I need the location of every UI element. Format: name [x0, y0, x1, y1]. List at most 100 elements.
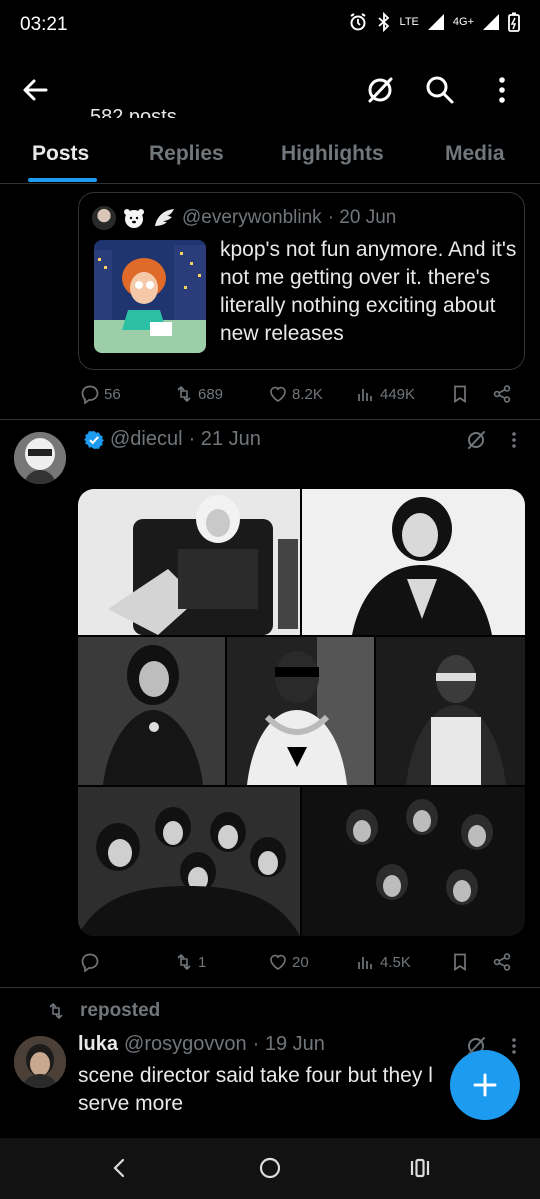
reply-icon [81, 385, 99, 404]
tab-replies[interactable]: Replies [149, 142, 224, 166]
avatar[interactable] [14, 1036, 66, 1088]
share-button[interactable] [492, 952, 512, 972]
nav-back-button[interactable] [108, 1156, 132, 1180]
photo-bw-chains [227, 637, 374, 785]
photo-bw-band [302, 787, 525, 936]
tweet3-header: luka @rosygovvon · 19 Jun [78, 1033, 325, 1056]
cartoon-thumbnail [94, 240, 206, 353]
tweet3-display-name[interactable]: luka [78, 1033, 118, 1056]
search-button[interactable] [422, 72, 458, 108]
more-vertical-icon [512, 1038, 516, 1054]
repost-button[interactable]: 689 [174, 384, 223, 404]
repost-icon [177, 954, 191, 970]
tab-media[interactable]: Media [445, 142, 505, 166]
repost-button[interactable]: 1 [174, 952, 206, 972]
reply-count: 56 [104, 385, 121, 403]
views-button[interactable]: 449K [356, 384, 415, 404]
tweet3-date: · 19 Jun [252, 1033, 325, 1055]
search-icon [426, 76, 454, 104]
repost-label-text: reposted [80, 1000, 161, 1021]
repost-icon [177, 386, 191, 402]
analytics-icon [358, 389, 372, 401]
reply-button[interactable]: 56 [80, 384, 121, 404]
system-nav-bar [0, 1138, 540, 1199]
nav-home-button[interactable] [258, 1156, 282, 1180]
photo-bw-rapper [376, 637, 525, 785]
avatar[interactable] [14, 432, 66, 484]
tweet2-media-grid[interactable] [78, 489, 525, 936]
media-photo[interactable] [78, 637, 225, 785]
media-photo[interactable] [78, 787, 300, 936]
compose-button[interactable] [450, 1050, 520, 1120]
grok-icon [468, 431, 485, 449]
alarm-icon [349, 13, 366, 31]
media-photo[interactable] [78, 489, 300, 635]
signal-icon-2 [483, 14, 499, 30]
wing-emoji-icon [155, 209, 174, 226]
tweet2-header: @diecul · 21 Jun [84, 428, 261, 451]
tweet2-date: · 21 Jun [188, 428, 261, 450]
tweet-divider [0, 419, 540, 420]
media-photo[interactable] [302, 489, 525, 635]
bookmark-button[interactable] [450, 952, 470, 972]
heart-icon [270, 386, 286, 402]
media-photo[interactable] [302, 787, 525, 936]
status-time: 03:21 [20, 14, 68, 35]
polar-bear-emoji-icon [124, 209, 144, 228]
status-icons: LTE 4G+ [348, 12, 520, 32]
share-icon [493, 385, 511, 403]
arrow-left-icon [23, 79, 48, 101]
tab-posts[interactable]: Posts [32, 142, 89, 166]
quoted-handle[interactable]: @everywonblink [182, 207, 322, 229]
photo-bw-portrait [302, 489, 525, 635]
chevron-left-icon [113, 1158, 125, 1178]
photo-bw-glam [78, 637, 225, 785]
tweet3-handle[interactable]: @rosygovvon [124, 1033, 247, 1056]
battery-icon [508, 12, 520, 32]
avatar-image [14, 1036, 66, 1088]
nav-recents-button[interactable] [408, 1156, 432, 1180]
repost-count: 1 [198, 953, 207, 971]
share-button[interactable] [492, 384, 512, 404]
grok-analyze-button[interactable] [464, 428, 488, 452]
profile-tabs: Posts Replies Highlights Media [0, 140, 540, 184]
status-bar: 03:21 LTE 4G+ [0, 0, 540, 52]
active-tab-indicator [28, 178, 97, 182]
back-button[interactable] [18, 72, 54, 108]
avatar-image [14, 432, 66, 484]
tweet-more-button[interactable] [504, 428, 524, 452]
views-button[interactable]: 4.5K [356, 952, 411, 972]
analytics-icon [358, 957, 372, 969]
tweet2-handle[interactable]: @diecul [110, 428, 183, 451]
tab-highlights[interactable]: Highlights [281, 142, 384, 166]
photo-bw-seated [78, 489, 300, 635]
more-options-button[interactable] [484, 72, 520, 108]
quoted-tweet-header: @everywonblink · 20 Jun [92, 206, 396, 230]
post-count: 582 posts [90, 106, 177, 118]
like-button[interactable]: 20 [268, 952, 309, 972]
quoted-tweet-image[interactable] [94, 240, 206, 353]
view-count: 449K [380, 385, 416, 403]
tweet-more-button[interactable] [504, 1034, 524, 1058]
tweet3-text: scene director said take four but they l… [78, 1064, 433, 1115]
media-photo[interactable] [376, 637, 525, 785]
plus-icon [473, 1073, 497, 1097]
media-photo[interactable] [227, 637, 374, 785]
heart-icon [270, 954, 286, 970]
like-button[interactable]: 8.2K [268, 384, 323, 404]
bookmark-icon [454, 385, 466, 404]
bookmark-button[interactable] [450, 384, 470, 404]
more-vertical-icon [512, 432, 516, 448]
bluetooth-icon [377, 12, 389, 32]
quoted-avatar [92, 206, 116, 230]
repost-count: 689 [198, 385, 224, 403]
reply-button[interactable] [80, 952, 104, 972]
like-count: 20 [292, 953, 309, 971]
recents-icon [410, 1158, 430, 1178]
reply-icon [81, 953, 99, 972]
verified-badge-icon [84, 430, 104, 449]
repost-indicator: reposted [46, 1000, 160, 1022]
quoted-tweet-text: kpop's not fun anymore. And it's not me … [220, 238, 517, 345]
grok-button[interactable] [362, 72, 398, 108]
network-label-2: 4G+ [452, 15, 474, 28]
